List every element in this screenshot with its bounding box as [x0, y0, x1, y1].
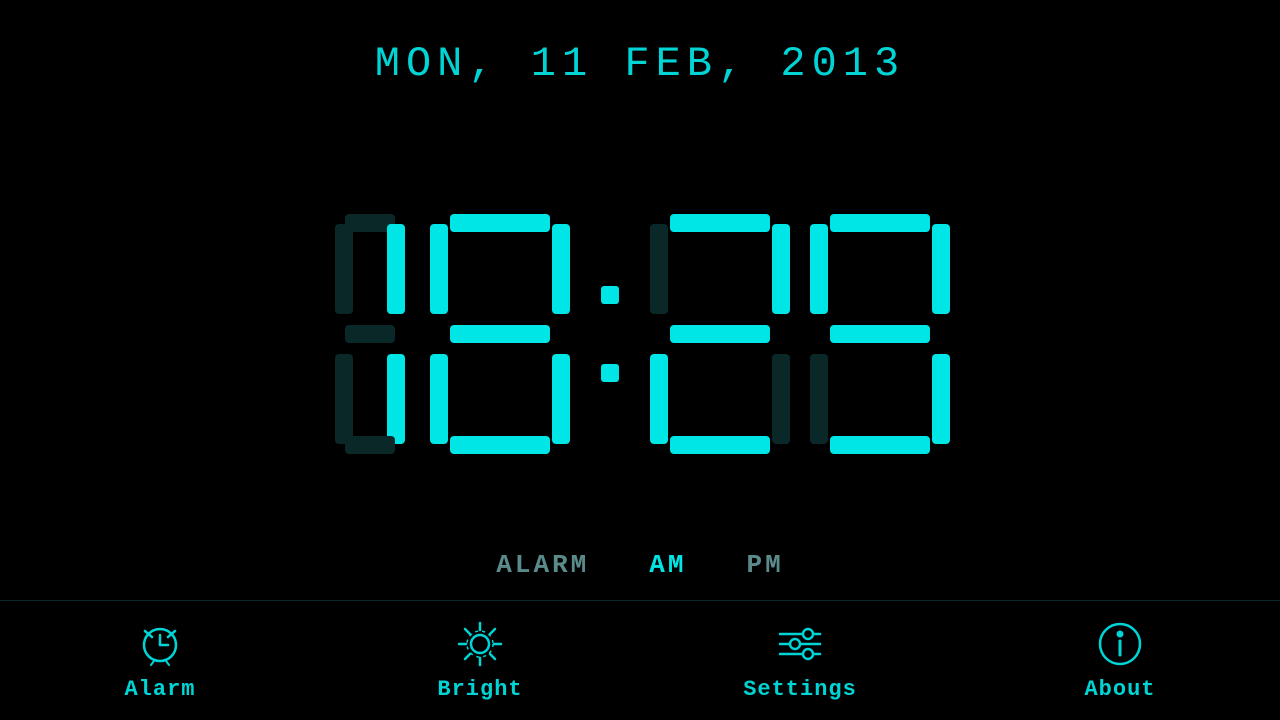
indicators: ALARM AM PM [496, 550, 783, 590]
nav-about[interactable]: About [1020, 619, 1220, 702]
pm-indicator: PM [747, 550, 784, 580]
settings-icon [775, 619, 825, 669]
am-indicator: AM [649, 550, 686, 580]
bottom-nav: Alarm Bright Settings [0, 600, 1280, 720]
about-label: About [1084, 677, 1155, 702]
clock-digits [330, 214, 950, 454]
nav-alarm[interactable]: Alarm [60, 619, 260, 702]
alarm-indicator: ALARM [496, 550, 589, 580]
colon [590, 214, 630, 454]
digit-9 [810, 214, 950, 454]
alarm-label: Alarm [124, 677, 195, 702]
alarm-clock-icon [135, 619, 185, 669]
date-display: MON, 11 FEB, 2013 [375, 40, 905, 88]
digit-8 [430, 214, 570, 454]
digit-1 [330, 214, 410, 454]
settings-label: Settings [743, 677, 857, 702]
nav-settings[interactable]: Settings [700, 619, 900, 702]
info-icon [1095, 619, 1145, 669]
clock-area [330, 118, 950, 550]
digit-2 [650, 214, 790, 454]
nav-bright[interactable]: Bright [380, 619, 580, 702]
brightness-icon [455, 619, 505, 669]
bright-label: Bright [437, 677, 522, 702]
